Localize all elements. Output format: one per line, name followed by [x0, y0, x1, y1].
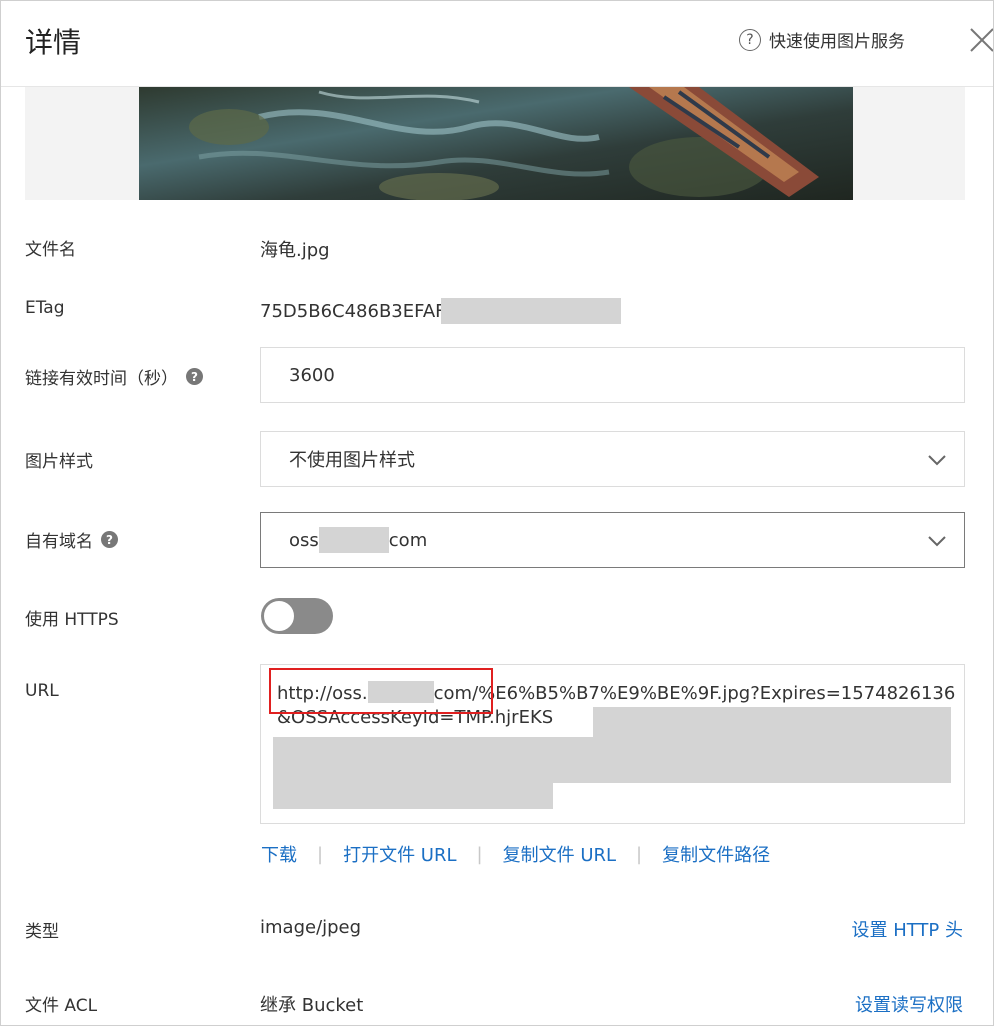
- question-icon[interactable]: ?: [186, 368, 203, 385]
- https-toggle[interactable]: [261, 598, 333, 634]
- filename-label: 文件名: [25, 240, 76, 260]
- domain-select[interactable]: oss com: [260, 512, 965, 568]
- separator: |: [476, 843, 483, 865]
- separator: |: [317, 843, 324, 865]
- chevron-down-icon: [928, 455, 946, 466]
- close-icon[interactable]: [965, 23, 994, 57]
- set-http-header-link[interactable]: 设置 HTTP 头: [851, 916, 963, 942]
- copy-url-link[interactable]: 复制文件 URL: [503, 841, 616, 867]
- etag-value-row: 75D5B6C486B3EFAF: [260, 298, 622, 324]
- domain-prefix: oss: [289, 529, 319, 551]
- redaction-mask: [273, 783, 553, 809]
- panel-header: 详情 ? 快速使用图片服务: [1, 1, 994, 87]
- panel-title: 详情: [25, 26, 82, 59]
- url-textarea[interactable]: http://oss. com/%E6%B5%B7%E9%BE%9F.jpg?Ex…: [260, 664, 965, 824]
- question-icon[interactable]: ?: [101, 531, 118, 548]
- set-acl-link[interactable]: 设置读写权限: [855, 991, 963, 1017]
- expire-input[interactable]: 3600: [260, 347, 965, 403]
- url-actions: 下载 | 打开文件 URL | 复制文件 URL | 复制文件路径: [261, 841, 770, 867]
- image-preview: [25, 87, 965, 200]
- type-label: 类型: [25, 922, 59, 942]
- toggle-knob: [263, 600, 295, 632]
- type-value: image/jpeg: [260, 917, 362, 938]
- url-label: URL: [25, 681, 59, 701]
- highlight-box: [269, 668, 493, 714]
- copy-path-link[interactable]: 复制文件路径: [662, 841, 770, 867]
- redaction-mask: [441, 298, 622, 324]
- download-link[interactable]: 下载: [261, 841, 297, 867]
- expire-input-value: 3600: [289, 364, 335, 386]
- chevron-down-icon: [928, 536, 946, 547]
- expire-label-row: 链接有效时间（秒） ?: [25, 364, 203, 389]
- help-link[interactable]: ? 快速使用图片服务: [739, 27, 905, 52]
- domain-suffix: com: [388, 529, 428, 551]
- domain-label-row: 自有域名 ?: [25, 527, 118, 552]
- https-label: 使用 HTTPS: [25, 610, 119, 630]
- etag-label: ETag: [25, 298, 65, 318]
- acl-value: 继承 Bucket: [260, 995, 364, 1016]
- acl-label: 文件 ACL: [25, 996, 98, 1016]
- detail-panel: 详情 ? 快速使用图片服务 文件名 海龟.jpg ETag 75D5B6C486…: [0, 0, 994, 1026]
- style-select-value: 不使用图片样式: [289, 450, 415, 471]
- help-link-label: 快速使用图片服务: [769, 32, 905, 52]
- expire-label: 链接有效时间（秒）: [25, 369, 178, 389]
- etag-value: 75D5B6C486B3EFAF: [260, 300, 446, 322]
- filename-value: 海龟.jpg: [260, 240, 330, 261]
- redaction-mask: [273, 737, 951, 783]
- domain-label: 自有域名: [25, 532, 93, 552]
- preview-image: [139, 87, 853, 200]
- open-url-link[interactable]: 打开文件 URL: [343, 841, 456, 867]
- style-select[interactable]: 不使用图片样式: [260, 431, 965, 487]
- style-label: 图片样式: [25, 452, 93, 472]
- redaction-mask: [593, 707, 951, 737]
- separator: |: [636, 843, 643, 865]
- help-circle-icon: ?: [739, 28, 761, 51]
- redaction-mask: [318, 527, 389, 553]
